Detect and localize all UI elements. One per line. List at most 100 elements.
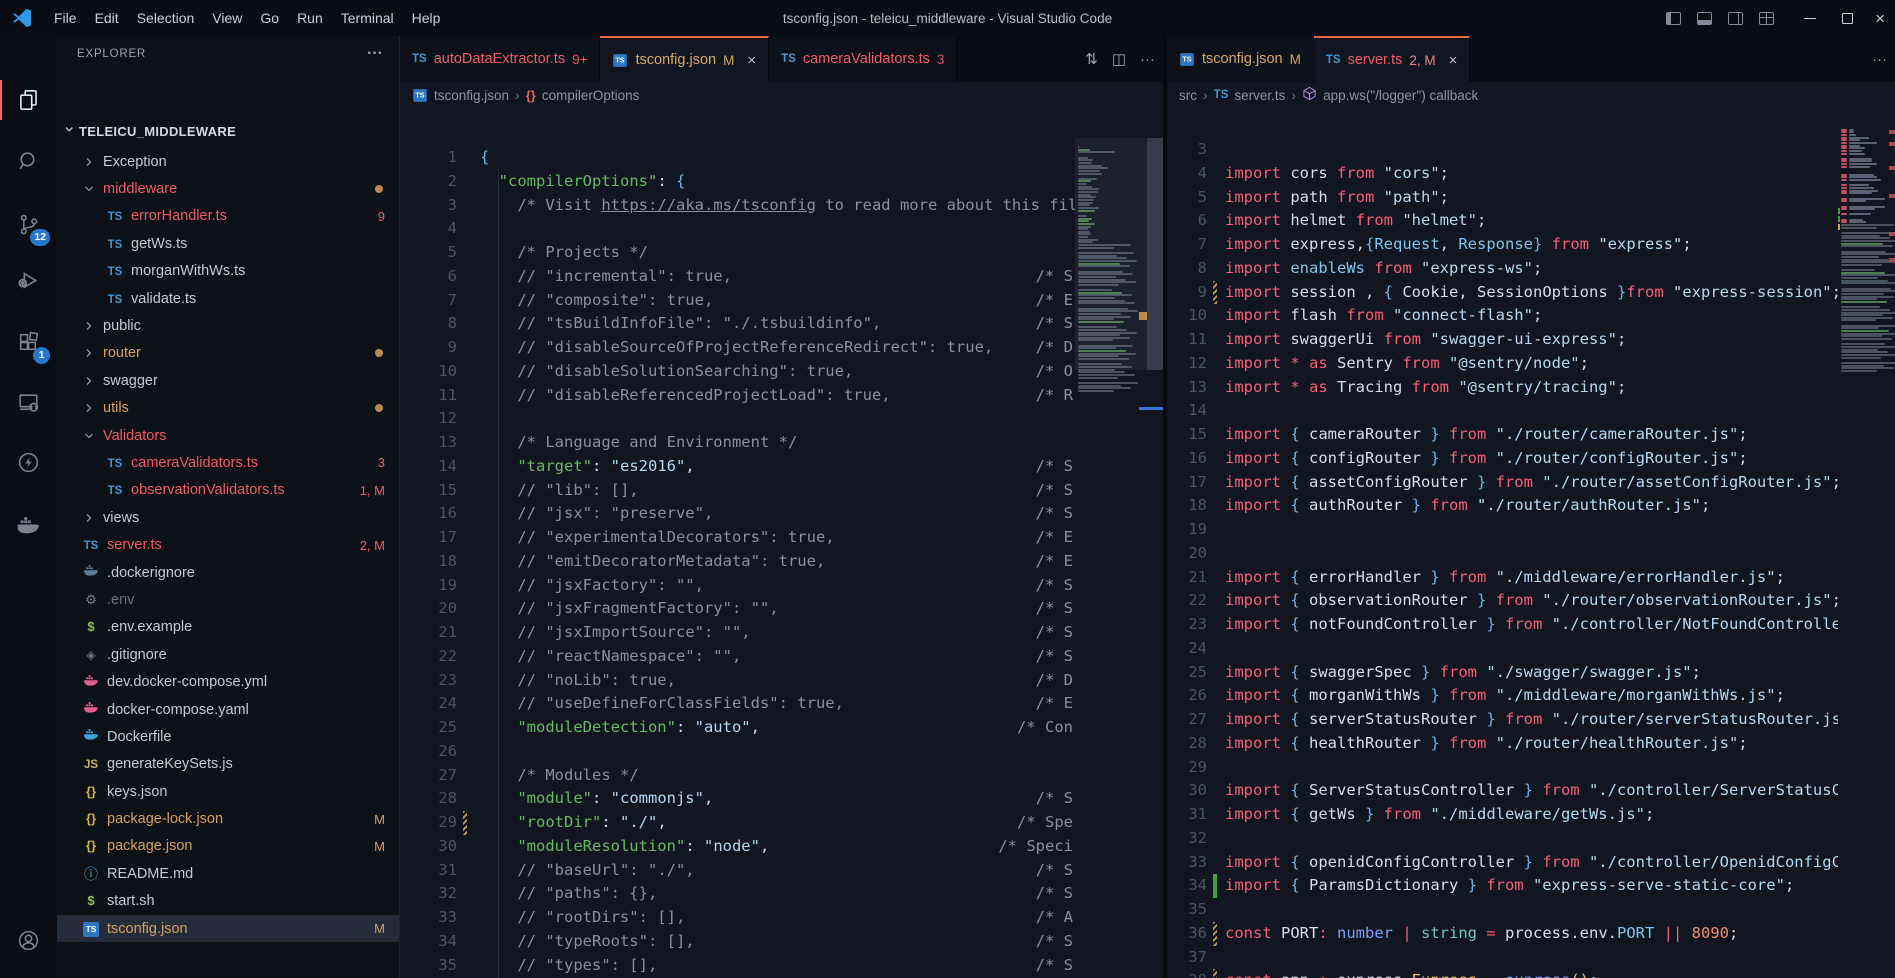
workspace-root-row[interactable]: TELEICU_MIDDLEWARE xyxy=(57,118,399,144)
code-line[interactable] xyxy=(1167,946,1838,970)
code-line[interactable]: import { morganWithWs } from "./middlewa… xyxy=(1167,684,1838,708)
thunder-client-icon[interactable] xyxy=(0,438,57,486)
code-line[interactable]: // "rootDirs": [],/* A xyxy=(400,906,1075,930)
code-line[interactable] xyxy=(1167,542,1838,566)
code-line[interactable]: // "composite": true,/* E xyxy=(400,289,1075,313)
close-button[interactable]: × xyxy=(1875,10,1885,27)
code-line[interactable]: // "jsxImportSource": "",/* S xyxy=(400,621,1075,645)
tree-file--env[interactable]: ⚙.env xyxy=(57,586,399,613)
code-line[interactable]: // "jsx": "preserve",/* S xyxy=(400,502,1075,526)
code-line[interactable]: "moduleDetection": "auto",/* Con xyxy=(400,716,1075,740)
code-line[interactable]: /* Language and Environment */ xyxy=(400,431,1075,455)
code-line[interactable]: // "jsxFactory": "",/* S xyxy=(400,574,1075,598)
code-line[interactable]: import flash from "connect-flash"; xyxy=(1167,304,1838,328)
tab-cameravalidators-ts[interactable]: TScameraValidators.ts3 xyxy=(769,36,957,82)
code-line[interactable]: import { cameraRouter } from "./router/c… xyxy=(1167,423,1838,447)
tree-file-morganwithws-ts[interactable]: TSmorganWithWs.ts xyxy=(57,258,399,285)
code-line[interactable]: // "experimentalDecorators": true,/* E xyxy=(400,526,1075,550)
tab-tsconfig-json[interactable]: TStsconfig.jsonM× xyxy=(600,36,769,82)
docker-icon[interactable] xyxy=(0,500,57,548)
code-line[interactable] xyxy=(1167,138,1838,162)
code-line[interactable] xyxy=(400,217,1075,241)
breadcrumb-item[interactable]: compilerOptions xyxy=(542,88,640,103)
code-line[interactable]: "moduleResolution": "node",/* Speci xyxy=(400,835,1075,859)
tree-file-package-json[interactable]: {}package.jsonM xyxy=(57,833,399,860)
code-text-area[interactable]: import cors from "cors";import path from… xyxy=(1167,108,1838,978)
tree-folder-utils[interactable]: utils xyxy=(57,395,399,422)
code-editor[interactable]: 1234567891011121314151617181920212223242… xyxy=(400,108,1163,978)
code-line[interactable] xyxy=(1167,898,1838,922)
menu-run[interactable]: Run xyxy=(288,6,332,30)
code-line[interactable]: import { healthRouter } from "./router/h… xyxy=(1167,732,1838,756)
code-line[interactable]: import { configRouter } from "./router/c… xyxy=(1167,447,1838,471)
tree-folder-router[interactable]: router xyxy=(57,340,399,367)
toggle-panel-icon[interactable] xyxy=(1697,12,1712,25)
code-line[interactable]: import { openidConfigController } from "… xyxy=(1167,851,1838,875)
code-line[interactable]: import { getWs } from "./middleware/getW… xyxy=(1167,803,1838,827)
code-line[interactable] xyxy=(1167,827,1838,851)
code-line[interactable]: import cors from "cors"; xyxy=(1167,162,1838,186)
tree-file-server-ts[interactable]: TSserver.ts2, M xyxy=(57,531,399,558)
toggle-sidebar-icon[interactable] xyxy=(1666,12,1681,25)
scrollbar-thumb[interactable] xyxy=(1147,138,1163,370)
tree-file-docker-compose-yaml[interactable]: docker-compose.yaml xyxy=(57,696,399,723)
minimap[interactable] xyxy=(1838,108,1895,978)
code-line[interactable]: // "tsBuildInfoFile": "./.tsbuildinfo",/… xyxy=(400,312,1075,336)
tree-file-dockerfile[interactable]: Dockerfile xyxy=(57,723,399,750)
code-line[interactable]: import path from "path"; xyxy=(1167,186,1838,210)
code-line[interactable]: import helmet from "helmet"; xyxy=(1167,209,1838,233)
breadcrumb[interactable]: src›TSserver.ts›app.ws("/logger") callba… xyxy=(1167,82,1895,108)
close-icon[interactable]: × xyxy=(1449,52,1458,69)
code-line[interactable]: // "emitDecoratorMetadata": true,/* E xyxy=(400,550,1075,574)
tree-file-readme-md[interactable]: ⓘREADME.md xyxy=(57,860,399,887)
menu-terminal[interactable]: Terminal xyxy=(332,6,403,30)
source-control-icon[interactable]: 12 xyxy=(0,200,57,248)
tree-file--gitignore[interactable]: ◈.gitignore xyxy=(57,641,399,668)
tree-file-cameravalidators-ts[interactable]: TScameraValidators.ts3 xyxy=(57,449,399,476)
tree-file-dev-docker-compose-yml[interactable]: dev.docker-compose.yml xyxy=(57,668,399,695)
code-line[interactable] xyxy=(1167,399,1838,423)
views-more-actions-icon[interactable]: ··· xyxy=(367,45,383,63)
code-line[interactable]: "module": "commonjs",/* S xyxy=(400,787,1075,811)
code-line[interactable]: // "jsxFragmentFactory": "",/* S xyxy=(400,597,1075,621)
tab-autodataextractor-ts[interactable]: TSautoDataExtractor.ts9+ xyxy=(400,36,600,82)
tree-folder-middleware[interactable]: middleware xyxy=(57,175,399,202)
menu-view[interactable]: View xyxy=(203,6,251,30)
code-line[interactable]: const app : express.Express = express(); xyxy=(1167,969,1838,978)
code-line[interactable]: import { ServerStatusController } from "… xyxy=(1167,779,1838,803)
tree-file--env-example[interactable]: $.env.example xyxy=(57,614,399,641)
minimize-button[interactable] xyxy=(1804,18,1816,19)
code-line[interactable]: import { swaggerSpec } from "./swagger/s… xyxy=(1167,661,1838,685)
code-text-area[interactable]: { "compilerOptions": { /* Visit https://… xyxy=(400,108,1075,978)
toggle-secondary-sidebar-icon[interactable] xyxy=(1728,12,1743,25)
more-actions-icon[interactable]: ··· xyxy=(1140,51,1155,68)
breadcrumb-item[interactable]: tsconfig.json xyxy=(434,88,509,103)
tree-folder-public[interactable]: public xyxy=(57,312,399,339)
customize-layout-icon[interactable] xyxy=(1759,12,1774,25)
tree-file-observationvalidators-ts[interactable]: TSobservationValidators.ts1, M xyxy=(57,477,399,504)
code-line[interactable] xyxy=(1167,637,1838,661)
code-line[interactable]: // "reactNamespace": "",/* S xyxy=(400,645,1075,669)
code-line[interactable]: import { observationRouter } from "./rou… xyxy=(1167,589,1838,613)
code-line[interactable]: import { ParamsDictionary } from "expres… xyxy=(1167,874,1838,898)
tree-folder-swagger[interactable]: swagger xyxy=(57,367,399,394)
code-line[interactable]: import { errorHandler } from "./middlewa… xyxy=(1167,566,1838,590)
maximize-button[interactable] xyxy=(1842,13,1853,24)
close-icon[interactable]: × xyxy=(747,52,756,69)
tree-file--dockerignore[interactable]: .dockerignore xyxy=(57,559,399,586)
tree-file-generatekeysets-js[interactable]: JSgenerateKeySets.js xyxy=(57,751,399,778)
code-line[interactable]: // "paths": {},/* S xyxy=(400,882,1075,906)
breadcrumb-item[interactable]: app.ws("/logger") callback xyxy=(1323,88,1478,103)
run-debug-icon[interactable] xyxy=(0,257,57,305)
split-editor-icon[interactable]: ◫ xyxy=(1112,50,1126,68)
code-line[interactable]: import { assetConfigRouter } from "./rou… xyxy=(1167,471,1838,495)
tree-file-keys-json[interactable]: {}keys.json xyxy=(57,778,399,805)
code-line[interactable]: // "useDefineForClassFields": true,/* E xyxy=(400,692,1075,716)
code-line[interactable]: import swaggerUi from "swagger-ui-expres… xyxy=(1167,328,1838,352)
code-line[interactable]: // "disableSolutionSearching": true,/* O xyxy=(400,360,1075,384)
code-line[interactable]: // "incremental": true,/* S xyxy=(400,265,1075,289)
tab-tsconfig-json[interactable]: TStsconfig.jsonM xyxy=(1167,36,1314,82)
code-line[interactable]: // "types": [],/* S xyxy=(400,954,1075,978)
code-line[interactable]: import * as Sentry from "@sentry/node"; xyxy=(1167,352,1838,376)
extensions-icon[interactable]: 1 xyxy=(0,318,57,366)
